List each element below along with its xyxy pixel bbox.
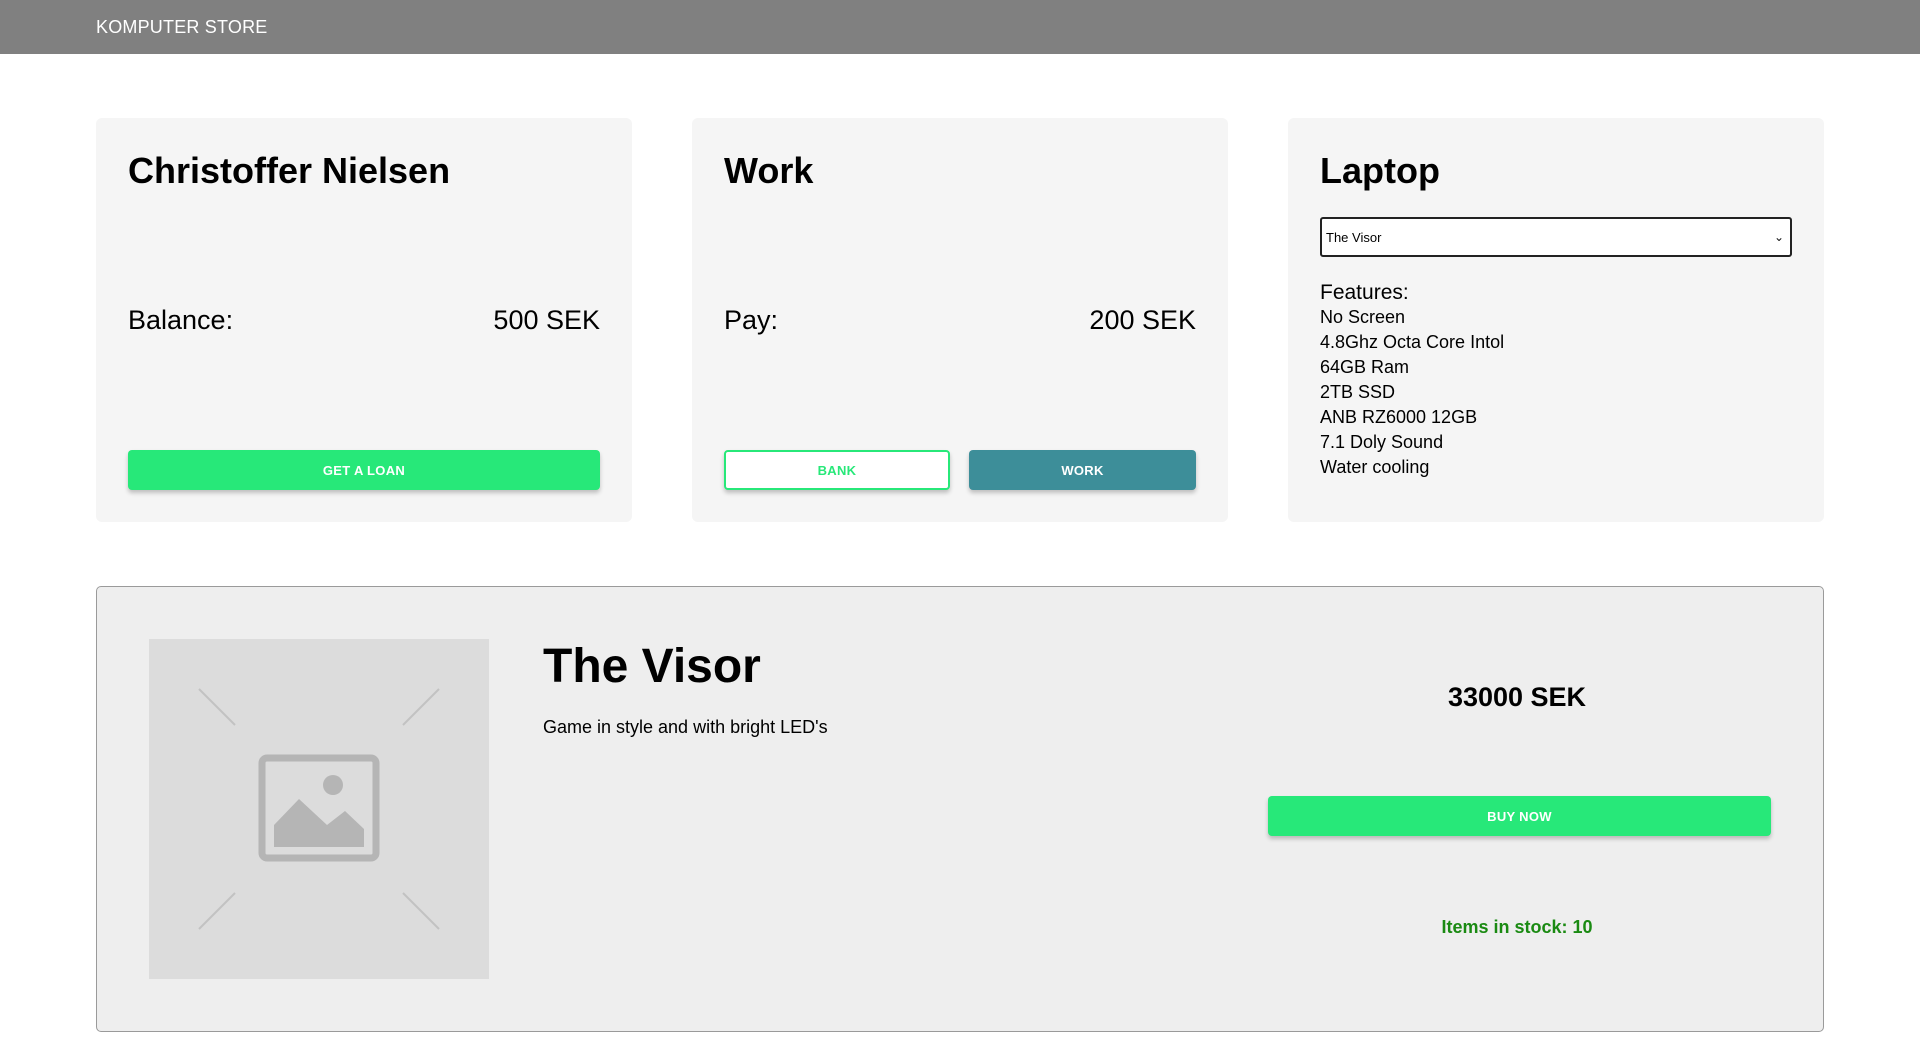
feature-item: Water cooling [1320,457,1430,477]
features-title: Features: [1320,281,1409,304]
balance-row: Balance: 500 SEK [128,305,600,336]
chevron-down-icon: ⌄ [1773,230,1784,244]
image-placeholder-icon [198,688,440,930]
laptop-select-value: The Visor [1326,229,1382,245]
bank-card: Christoffer Nielsen Balance: 500 SEK GET… [96,118,632,522]
feature-item: 7.1 Doly Sound [1320,432,1444,452]
laptop-title: Laptop [1320,150,1440,191]
customer-name: Christoffer Nielsen [128,150,451,191]
feature-item: ANB RZ6000 12GB [1320,407,1478,427]
work-title: Work [724,150,814,191]
work-card: Work Pay: 200 SEK BANK WORK [692,118,1228,522]
feature-item: 64GB Ram [1320,357,1410,377]
brand-title: KOMPUTER STORE [96,17,268,37]
feature-item: No Screen [1320,307,1406,327]
get-loan-button[interactable]: GET A LOAN [128,450,600,490]
laptop-card: Laptop The Visor ⌄ Features: No Screen 4… [1288,118,1824,522]
bank-button[interactable]: BANK [724,450,950,490]
feature-item: 2TB SSD [1320,382,1396,402]
laptop-select[interactable]: The Visor ⌄ [1320,217,1792,257]
product-description: Game in style and with bright LED's [543,717,828,737]
product-name: The Visor [543,640,761,693]
pay-row: Pay: 200 SEK [724,305,1196,336]
buy-now-button[interactable]: BUY NOW [1268,796,1771,836]
features-list: No Screen 4.8Ghz Octa Core Intol 64GB Ra… [1320,305,1504,480]
product-panel: The Visor Game in style and with bright … [96,586,1824,1032]
pay-label: Pay: [724,305,779,335]
pay-value: 200 SEK [1089,305,1196,335]
product-image [149,639,489,979]
balance-label: Balance: [128,305,234,335]
feature-item: 4.8Ghz Octa Core Intol [1320,332,1505,352]
work-button[interactable]: WORK [969,450,1196,490]
product-price: 33000 SEK [1447,682,1587,712]
stock-status: Items in stock: 10 [1441,917,1593,937]
top-navbar: KOMPUTER STORE [0,0,1920,54]
balance-value: 500 SEK [493,305,600,335]
